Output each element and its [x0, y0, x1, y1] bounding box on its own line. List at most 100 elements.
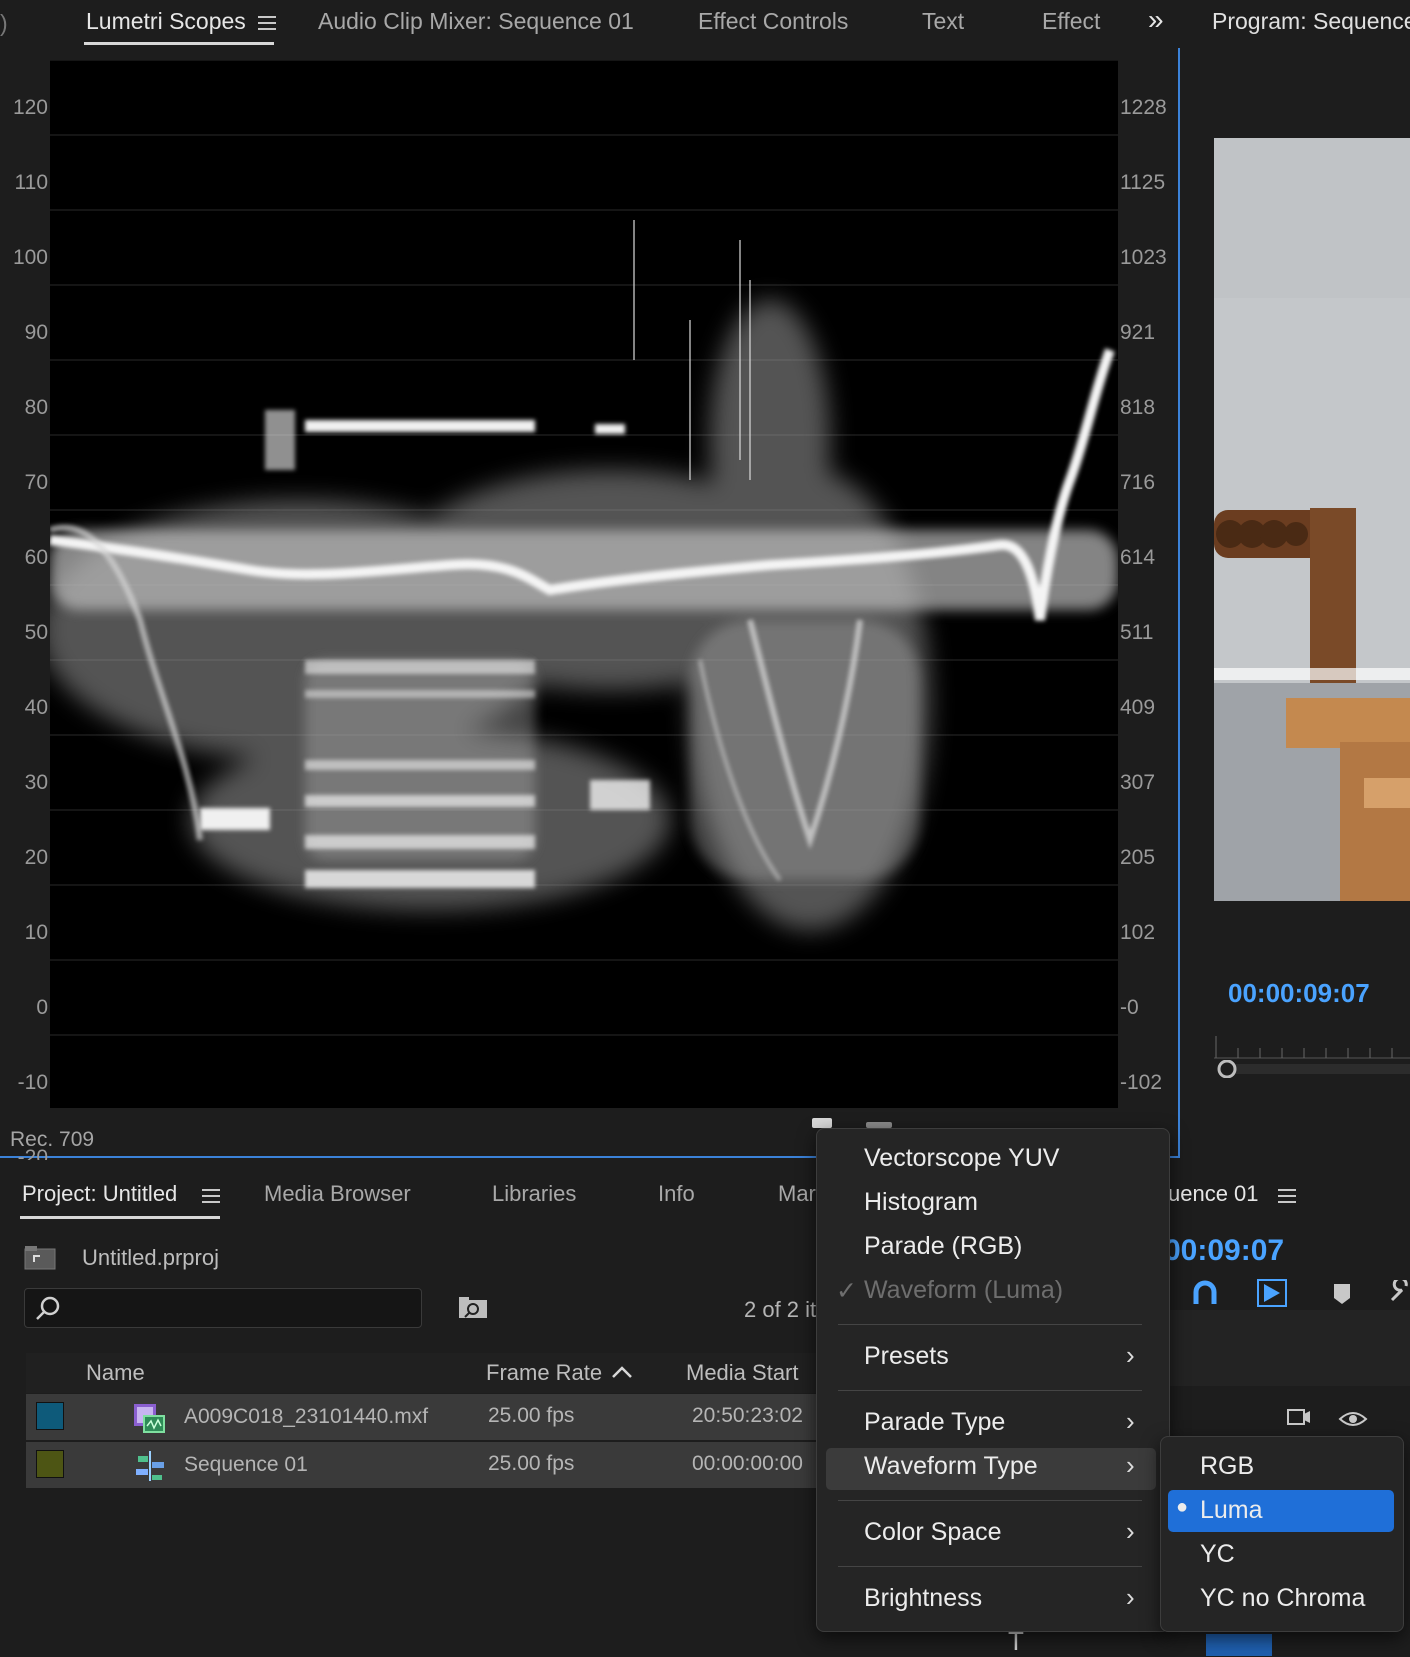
scope-left-tick-label: 0 [36, 996, 48, 1019]
tab-markers[interactable]: Mar [778, 1181, 816, 1207]
scope-right-tick-label: 614 [1120, 546, 1156, 569]
add-marker-icon[interactable] [1332, 1282, 1352, 1306]
timeline-clip[interactable] [1206, 1634, 1272, 1656]
submenu-item-yc-no-chroma[interactable]: YC no Chroma [1200, 1584, 1365, 1613]
program-time-ruler[interactable] [1214, 1034, 1410, 1060]
timeline-tab[interactable]: uence 01 [1168, 1181, 1259, 1207]
scope-right-tick-label: 1125 [1120, 171, 1166, 194]
panel-menu-icon[interactable] [258, 16, 276, 30]
folder-up-icon[interactable] [24, 1244, 56, 1270]
scope-right-tick-label: 102 [1120, 921, 1156, 944]
scope-left-tick-label: 40 [24, 696, 48, 719]
row-media-start: 20:50:23:02 [692, 1404, 803, 1427]
tab-effect-controls[interactable]: Effect Controls [698, 8, 848, 35]
row-media-start: 00:00:00:00 [692, 1452, 803, 1475]
chevron-right-icon: › [1126, 1406, 1135, 1436]
sequence-icon [134, 1450, 166, 1482]
submenu-item-rgb[interactable]: RGB [1200, 1452, 1254, 1481]
scope-right-tick-label: 818 [1120, 396, 1156, 419]
active-tab-underline [84, 42, 274, 45]
column-media-start[interactable]: Media Start [686, 1360, 799, 1386]
row-name: Sequence 01 [184, 1453, 308, 1476]
row-frame-rate: 25.00 fps [488, 1452, 575, 1475]
column-name[interactable]: Name [86, 1360, 145, 1386]
submenu-item-luma[interactable]: Luma [1200, 1496, 1263, 1525]
menu-divider [838, 1566, 1142, 1567]
scope-right-tick-label: 307 [1120, 771, 1156, 794]
scope-right-tick-label: 511 [1120, 621, 1154, 644]
submenu-item-yc[interactable]: YC [1200, 1540, 1235, 1569]
tab-media-browser[interactable]: Media Browser [264, 1181, 411, 1207]
chevron-right-icon: › [1126, 1582, 1135, 1612]
label-color-swatch[interactable] [36, 1450, 64, 1478]
menu-divider [838, 1324, 1142, 1325]
find-icon[interactable] [458, 1296, 488, 1320]
scope-left-tick-label: 20 [24, 846, 48, 869]
menu-item-presets[interactable]: Presets [864, 1342, 949, 1371]
menu-item-parade-rgb[interactable]: Parade (RGB) [864, 1232, 1022, 1261]
snap-icon[interactable] [1190, 1278, 1220, 1308]
color-standard-label: Rec. 709 [10, 1128, 95, 1151]
project-file-name: Untitled.prproj [82, 1245, 219, 1270]
timeline-timecode[interactable]: 00:09:07 [1164, 1234, 1284, 1268]
tabs-overflow-icon[interactable]: » [1148, 4, 1164, 36]
scope-right-tick-label: 205 [1120, 846, 1156, 869]
timeline-track-header [1168, 1310, 1410, 1386]
row-frame-rate: 25.00 fps [488, 1404, 575, 1427]
menu-item-waveform-type[interactable]: Waveform Type [864, 1452, 1038, 1481]
program-timecode[interactable]: 00:00:09:07 [1228, 978, 1370, 1009]
scope-right-tick-label: -0 [1120, 996, 1139, 1019]
scope-settings-icon[interactable] [812, 1118, 832, 1128]
menu-item-brightness[interactable]: Brightness [864, 1584, 982, 1613]
project-panel-menu-icon[interactable] [202, 1189, 220, 1203]
menu-divider [838, 1390, 1142, 1391]
panel-edge-glyph: ) [0, 10, 8, 36]
scope-left-tick-label: 10 [24, 921, 48, 944]
tab-libraries[interactable]: Libraries [492, 1181, 576, 1207]
program-monitor-title[interactable]: Program: Sequence ( [1212, 8, 1410, 35]
checkmark-icon: ✓ [836, 1277, 857, 1305]
tab-effect[interactable]: Effect [1042, 8, 1100, 35]
wrench-icon[interactable] [1388, 1276, 1410, 1304]
scope-left-tick-label: 50 [24, 621, 48, 644]
scope-left-tick-label: 60 [24, 546, 48, 569]
program-zoom-bar[interactable] [1216, 1059, 1410, 1079]
scope-right-tick-label: -102 [1120, 1071, 1163, 1094]
label-color-swatch[interactable] [36, 1402, 64, 1430]
clip-icon [132, 1402, 166, 1434]
timeline-menu-icon[interactable] [1278, 1189, 1296, 1203]
menu-item-waveform-luma: Waveform (Luma) [864, 1276, 1064, 1304]
active-project-tab-underline [20, 1216, 220, 1219]
scope-left-tick-label: 100 [12, 246, 48, 269]
column-frame-rate[interactable]: Frame Rate [486, 1360, 602, 1386]
chevron-right-icon: › [1126, 1340, 1135, 1370]
menu-divider [838, 1500, 1142, 1501]
linked-selection-icon[interactable] [1256, 1278, 1288, 1308]
scope-left-tick-label: 30 [24, 771, 48, 794]
eye-icon[interactable] [1338, 1410, 1368, 1428]
menu-item-vectorscope-yuv[interactable]: Vectorscope YUV [864, 1144, 1059, 1173]
track-output-icon[interactable] [1286, 1406, 1312, 1428]
scope-right-tick-label: 921 [1120, 321, 1156, 344]
program-video-frame [1214, 138, 1410, 901]
chevron-right-icon: › [1126, 1516, 1135, 1546]
scope-right-tick-label: 409 [1120, 696, 1156, 719]
search-icon [36, 1296, 60, 1320]
tab-info[interactable]: Info [658, 1181, 695, 1207]
scope-left-tick-label: 120 [12, 96, 48, 119]
tab-lumetri-scopes[interactable]: Lumetri Scopes [86, 8, 246, 35]
menu-item-color-space[interactable]: Color Space [864, 1518, 1002, 1547]
scope-left-tick-label: 110 [14, 171, 48, 194]
radio-selected-icon: ● [1176, 1496, 1189, 1518]
waveform-scope [50, 60, 1118, 1108]
scope-left-tick-label: -10 [17, 1071, 48, 1094]
project-search-input[interactable] [24, 1288, 422, 1328]
menu-item-parade-type[interactable]: Parade Type [864, 1408, 1005, 1437]
scope-left-tick-label: 80 [24, 396, 48, 419]
tab-text[interactable]: Text [922, 8, 964, 35]
tab-audio-clip-mixer[interactable]: Audio Clip Mixer: Sequence 01 [318, 8, 634, 35]
scope-left-tick-label: 90 [24, 321, 48, 344]
menu-item-histogram[interactable]: Histogram [864, 1188, 978, 1217]
tab-project[interactable]: Project: Untitled [22, 1181, 177, 1207]
sort-ascending-icon[interactable] [610, 1362, 634, 1388]
